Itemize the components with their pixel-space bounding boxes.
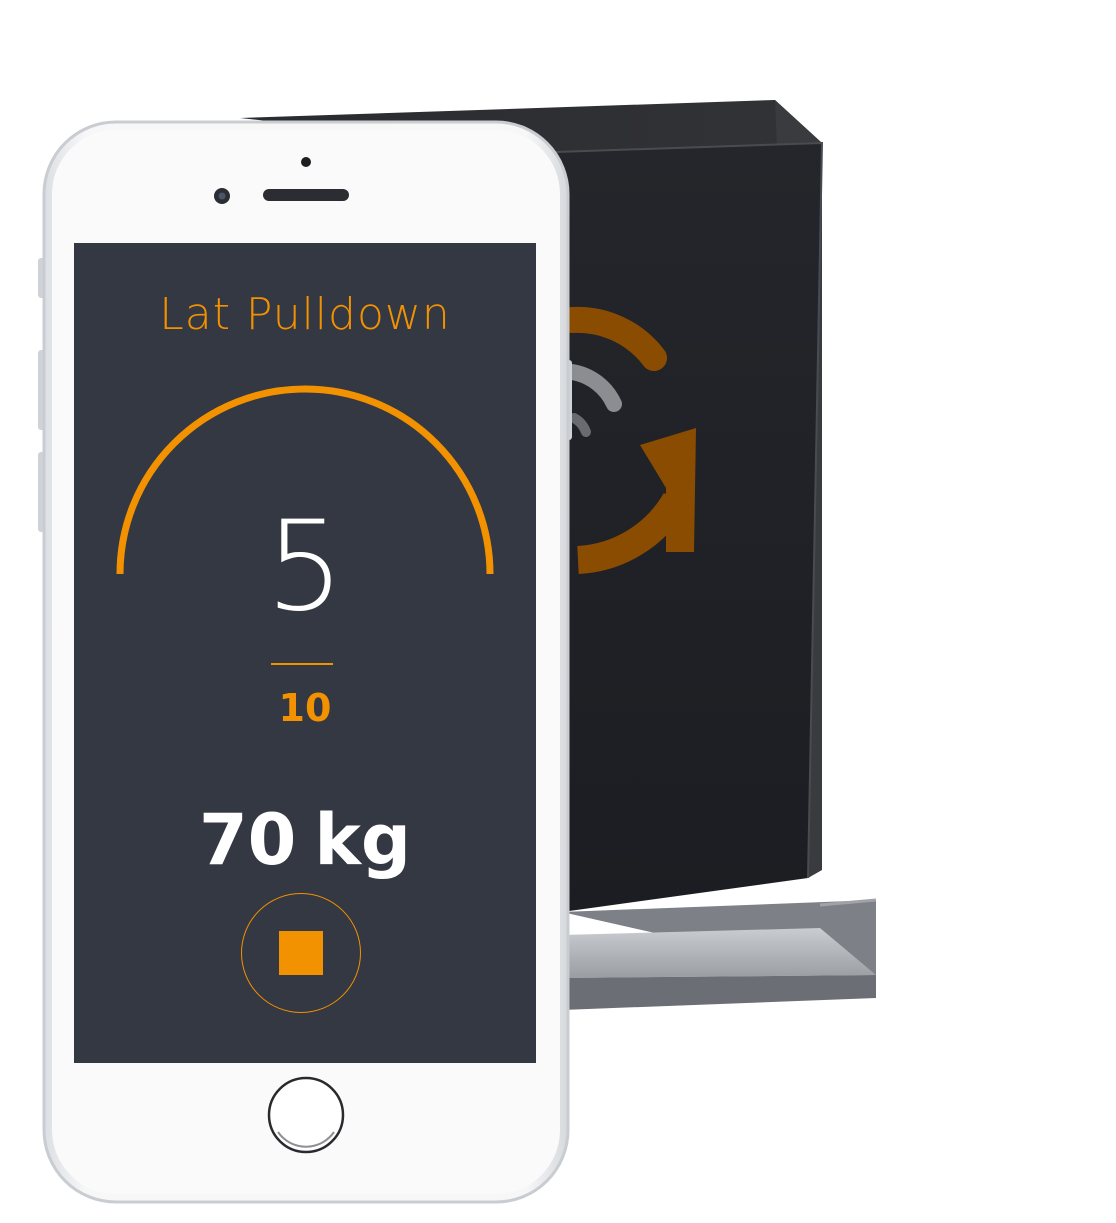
product-illustration: Lat Pulldown 5 10 70 kg xyxy=(0,0,1116,1223)
sensor-tray xyxy=(562,928,876,978)
earpiece-speaker xyxy=(263,189,349,201)
weight-value: 70 xyxy=(198,799,297,881)
stop-button[interactable] xyxy=(241,893,361,1013)
proximity-sensor xyxy=(301,157,311,167)
target-rep-count: 10 xyxy=(278,686,332,730)
home-button[interactable] xyxy=(267,1076,345,1154)
current-rep-count: 5 xyxy=(265,495,345,639)
rep-divider xyxy=(271,663,333,665)
exercise-title: Lat Pulldown xyxy=(159,289,451,340)
app-screen: Lat Pulldown 5 10 70 kg xyxy=(74,243,536,1063)
stop-icon xyxy=(279,931,323,975)
weight-unit: kg xyxy=(314,799,412,881)
weight-display: 70 kg xyxy=(74,805,536,875)
sensor-tray-front xyxy=(562,975,876,1010)
